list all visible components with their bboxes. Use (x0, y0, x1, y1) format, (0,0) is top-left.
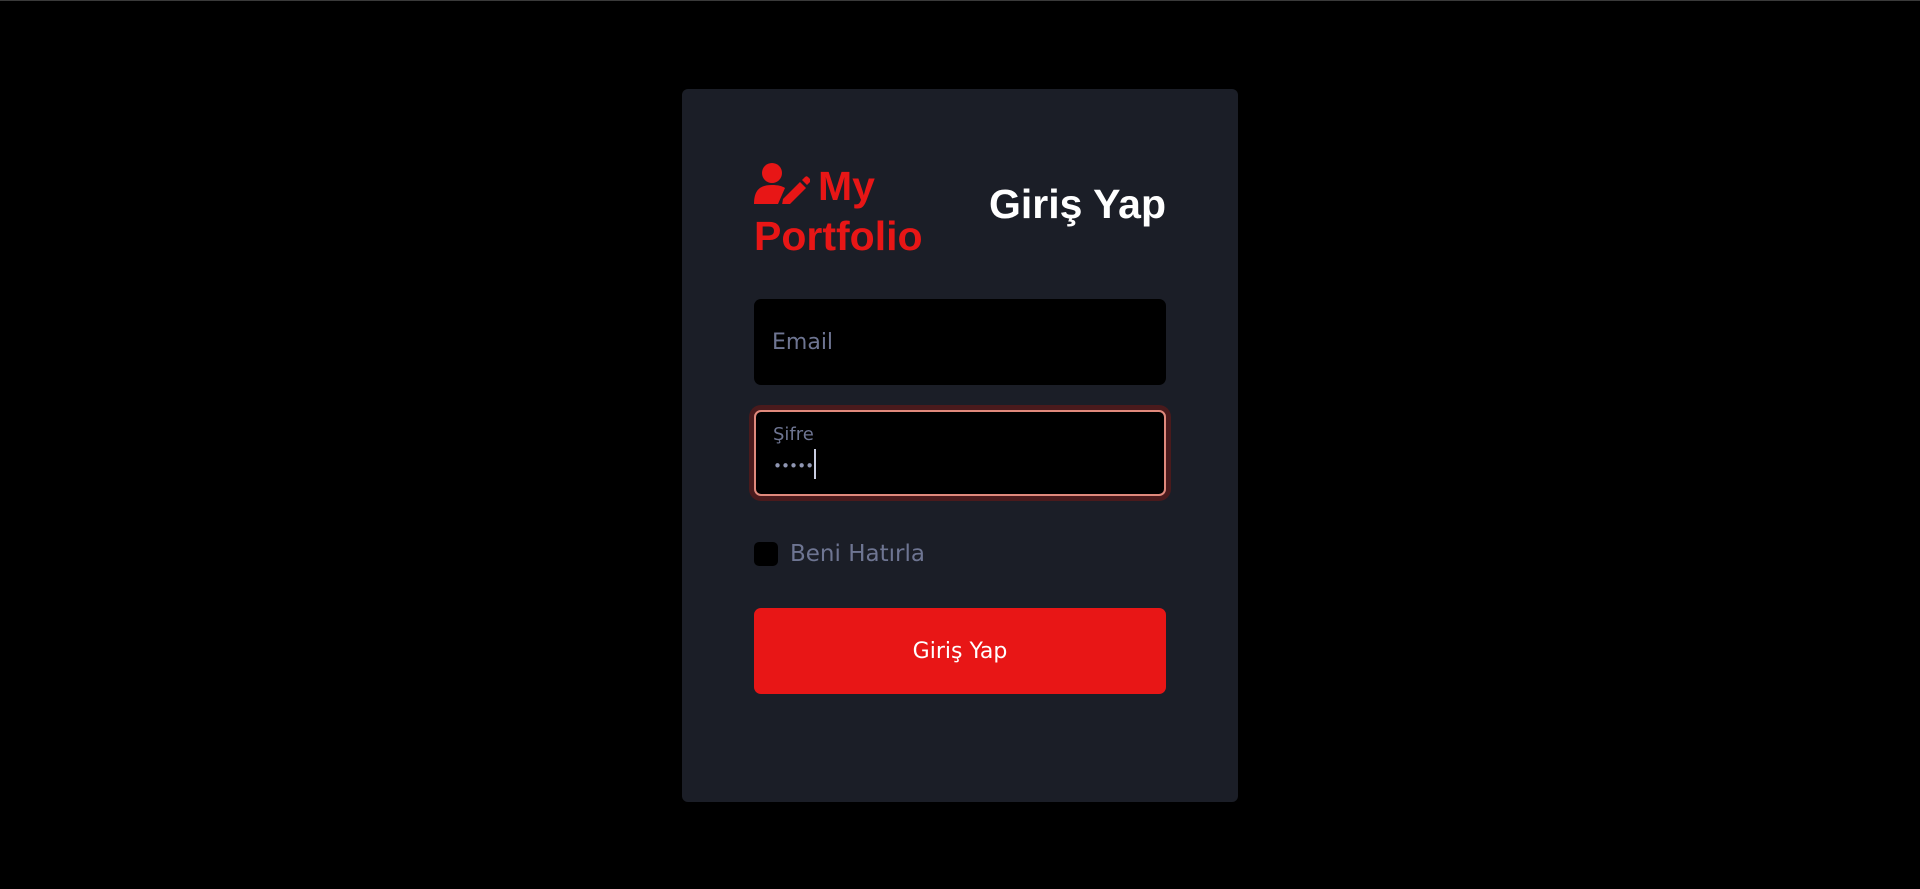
email-input[interactable] (754, 299, 1166, 385)
login-header: My Portfolio Giriş Yap (754, 161, 1166, 259)
user-edit-icon (754, 163, 810, 204)
password-label: Şifre (773, 424, 814, 445)
brand-logo[interactable]: My Portfolio (754, 161, 954, 261)
remember-me-label[interactable]: Beni Hatırla (790, 539, 925, 569)
top-border-line (0, 0, 1920, 1)
password-value: ••••• (773, 457, 814, 475)
remember-me[interactable]: Beni Hatırla (754, 539, 925, 569)
login-card: My Portfolio Giriş Yap Şifre ••••• Beni … (682, 89, 1238, 802)
remember-me-checkbox[interactable] (754, 542, 778, 566)
text-caret (814, 449, 817, 479)
email-field[interactable] (754, 299, 1166, 385)
page-title: Giriş Yap (988, 181, 1166, 227)
login-button[interactable]: Giriş Yap (754, 608, 1166, 694)
password-field[interactable]: Şifre ••••• (754, 410, 1166, 496)
password-input[interactable]: ••••• (773, 449, 817, 479)
